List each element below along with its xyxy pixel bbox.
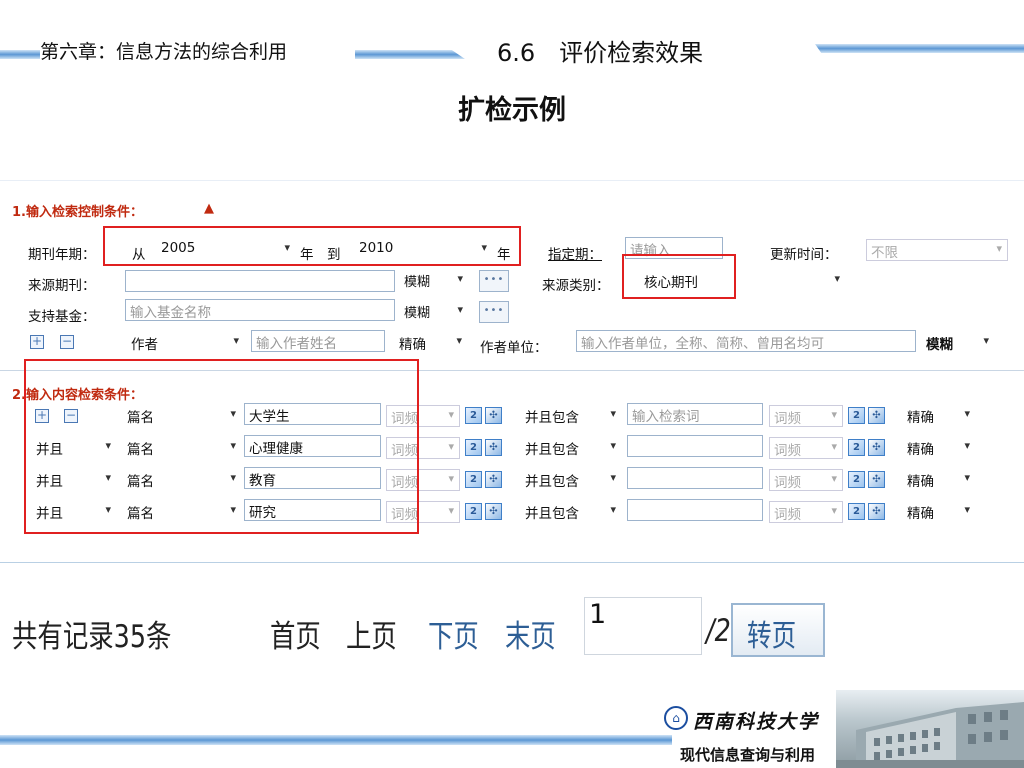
- match-select[interactable]: 精确: [903, 405, 975, 427]
- related-term-icon[interactable]: ✣: [485, 407, 502, 424]
- related-term2-icon[interactable]: ✣: [868, 407, 885, 424]
- highlight-year-range: [103, 226, 521, 266]
- period-label: 指定期：: [548, 247, 602, 263]
- control-heading: 1.输入检索控制条件：: [12, 205, 143, 220]
- year-label: 期刊年期：: [28, 247, 96, 263]
- expand-term-icon[interactable]: 2: [465, 503, 482, 520]
- related-term2-icon[interactable]: ✣: [868, 439, 885, 456]
- freq2-select[interactable]: 词频: [769, 469, 843, 491]
- remove-row-icon[interactable]: −: [60, 335, 74, 349]
- expand-term2-icon[interactable]: 2: [848, 471, 865, 488]
- expand-term-icon[interactable]: 2: [465, 407, 482, 424]
- related-term-icon[interactable]: ✣: [485, 471, 502, 488]
- related-term2-icon[interactable]: ✣: [868, 503, 885, 520]
- go-page-button[interactable]: 转页: [731, 603, 825, 657]
- collapse-icon[interactable]: ▲: [204, 201, 214, 216]
- university-logo-icon: ⌂: [664, 706, 688, 730]
- author-match-select[interactable]: 精确: [395, 332, 467, 354]
- type-label: 来源类别：: [542, 278, 610, 294]
- slide-title: 扩检示例: [458, 95, 566, 126]
- expand-term-icon[interactable]: 2: [465, 471, 482, 488]
- op-select[interactable]: 并且包含: [521, 437, 621, 459]
- highlight-source-type: [622, 254, 736, 299]
- freq2-select[interactable]: 词频: [769, 405, 843, 427]
- freq2-select[interactable]: 词频: [769, 437, 843, 459]
- source-more-button[interactable]: •••: [479, 270, 509, 292]
- prev-page-link[interactable]: 上页: [346, 611, 397, 656]
- university-name: 西南科技大学: [693, 711, 820, 733]
- section-title: 6.6 评价检索效果: [497, 39, 704, 67]
- fund-match-select[interactable]: 模糊: [400, 301, 468, 323]
- term2-input[interactable]: [627, 467, 763, 489]
- add-row-icon[interactable]: +: [30, 335, 44, 349]
- update-label: 更新时间：: [770, 247, 838, 263]
- fund-input[interactable]: 输入基金名称: [125, 299, 395, 321]
- author-input[interactable]: 输入作者姓名: [251, 330, 385, 352]
- source-match-select[interactable]: 模糊: [400, 270, 468, 292]
- term2-input[interactable]: 输入检索词: [627, 403, 763, 425]
- match-select[interactable]: 精确: [903, 437, 975, 459]
- chapter-title: 第六章：信息方法的综合利用: [40, 41, 288, 63]
- related-term-icon[interactable]: ✣: [485, 439, 502, 456]
- next-page-link[interactable]: 下页: [428, 611, 479, 656]
- fund-label: 支持基金：: [28, 309, 96, 325]
- page-total: /2: [706, 613, 731, 649]
- op-select[interactable]: 并且包含: [521, 469, 621, 491]
- related-term2-icon[interactable]: ✣: [868, 471, 885, 488]
- unit-input[interactable]: 输入作者单位，全称、简称、曾用名均可: [576, 330, 916, 352]
- match-select[interactable]: 精确: [903, 469, 975, 491]
- unit-match-select[interactable]: 模糊: [922, 332, 994, 354]
- last-page-link[interactable]: 末页: [505, 611, 556, 656]
- update-select[interactable]: 不限: [866, 239, 1008, 261]
- highlight-content-terms: [24, 359, 419, 534]
- op-select[interactable]: 并且包含: [521, 405, 621, 427]
- result-pager: 共有记录35条 首页 上页 下页 末页 1 /2 转页: [0, 562, 1024, 692]
- source-input[interactable]: [125, 270, 395, 292]
- expand-term2-icon[interactable]: 2: [848, 439, 865, 456]
- term2-input[interactable]: [627, 435, 763, 457]
- freq2-select[interactable]: 词频: [769, 501, 843, 523]
- campus-building-image: [836, 690, 1024, 768]
- expand-term2-icon[interactable]: 2: [848, 407, 865, 424]
- term2-input[interactable]: [627, 499, 763, 521]
- page-input[interactable]: 1: [584, 597, 702, 655]
- fund-more-button[interactable]: •••: [479, 301, 509, 323]
- course-name: 现代信息查询与利用: [680, 746, 816, 764]
- unit-label: 作者单位：: [480, 340, 548, 356]
- match-select[interactable]: 精确: [903, 501, 975, 523]
- record-count: 共有记录35条: [12, 619, 172, 655]
- expand-term-icon[interactable]: 2: [465, 439, 482, 456]
- go-page-label: 转页: [747, 619, 797, 654]
- op-select[interactable]: 并且包含: [521, 501, 621, 523]
- first-page-link[interactable]: 首页: [270, 611, 321, 656]
- related-term-icon[interactable]: ✣: [485, 503, 502, 520]
- expand-term2-icon[interactable]: 2: [848, 503, 865, 520]
- author-field-select[interactable]: 作者: [127, 332, 244, 354]
- source-label: 来源期刊：: [28, 278, 96, 294]
